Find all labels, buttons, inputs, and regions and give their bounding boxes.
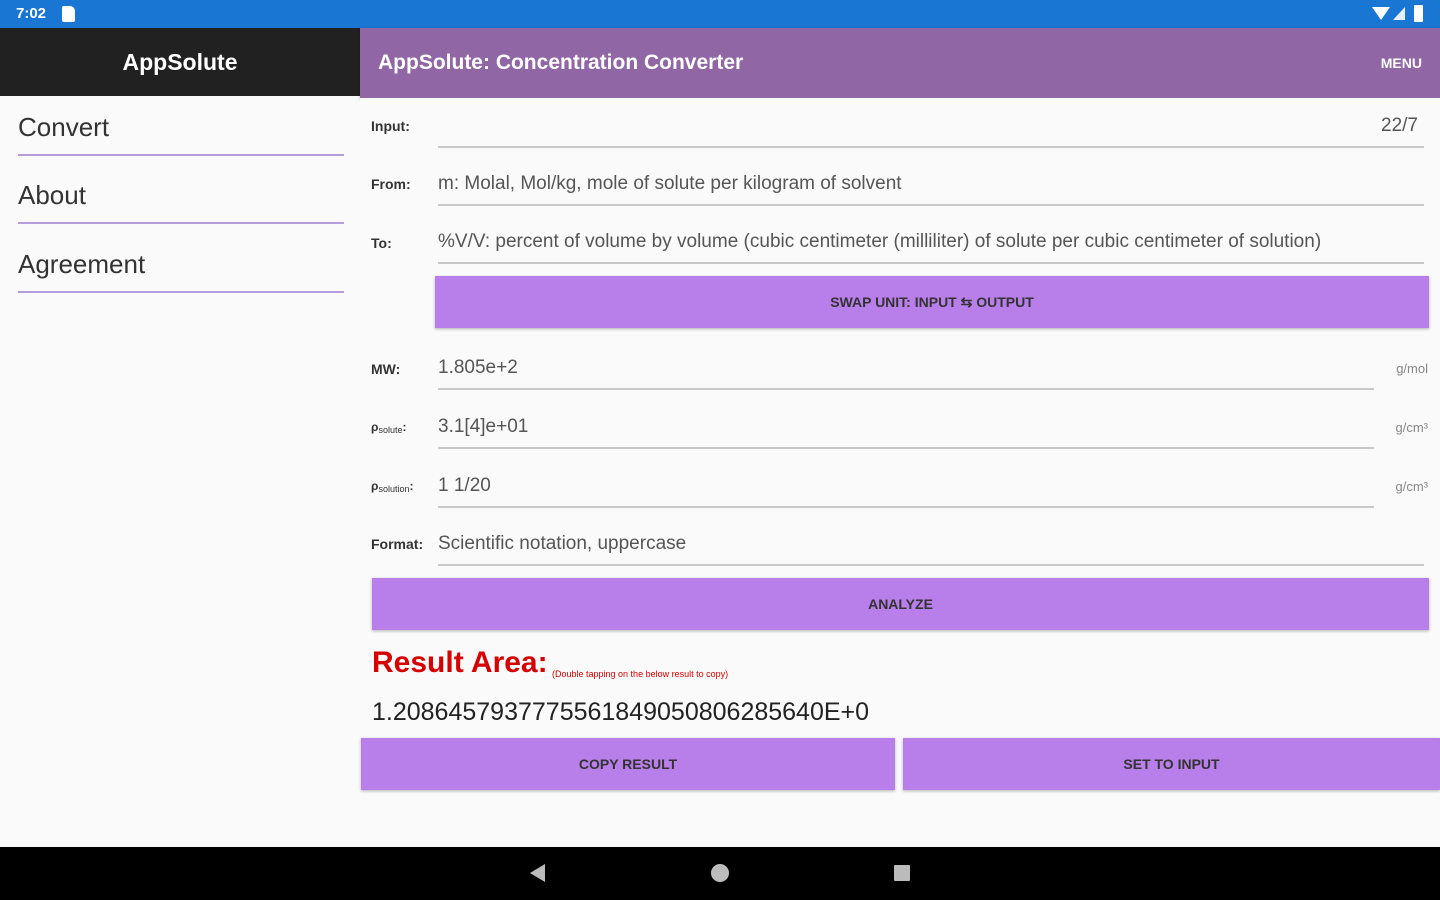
rho-solution-unit: g/cm³: [1395, 479, 1429, 494]
status-time: 7:02: [16, 5, 47, 22]
rho-solute-subscript: solute: [378, 425, 403, 435]
converter-form: Input: 22/7 From: m: Molal, Mol/kg, mole…: [360, 98, 1440, 847]
status-bar: 7:02: [0, 0, 1440, 28]
mw-field[interactable]: 1.805e+2: [438, 346, 1374, 390]
recent-apps-icon[interactable]: [894, 865, 910, 881]
from-unit-select[interactable]: m: Molal, Mol/kg, mole of solute per kil…: [438, 162, 1424, 206]
app-bar: AppSolute: Concentration Converter MENU: [360, 28, 1440, 98]
back-icon[interactable]: [530, 864, 545, 882]
drawer-item-label: Convert: [18, 112, 110, 142]
from-label: From:: [371, 176, 411, 192]
drawer-item-label: Agreement: [18, 249, 146, 279]
wifi-icon: [1372, 7, 1390, 20]
navigation-drawer: AppSolute Convert About Agreement: [0, 28, 360, 847]
menu-button[interactable]: MENU: [1381, 55, 1422, 71]
drawer-item-convert[interactable]: Convert: [18, 98, 344, 156]
mw-label: MW:: [371, 361, 401, 377]
input-field[interactable]: 22/7: [438, 104, 1424, 148]
set-to-input-button[interactable]: SET TO INPUT: [903, 738, 1440, 790]
result-hint: (Double tapping on the below result to c…: [552, 669, 729, 679]
swap-unit-button[interactable]: SWAP UNIT: INPUT ⇆ OUTPUT: [435, 276, 1429, 328]
result-value[interactable]: 1.2086457937775561849050806285640E+0: [372, 698, 869, 727]
drawer-item-about[interactable]: About: [18, 166, 344, 224]
rho-suffix: :: [409, 479, 414, 493]
analyze-button[interactable]: ANALYZE: [372, 578, 1429, 630]
signal-icon: [1393, 7, 1405, 20]
drawer-item-label: About: [18, 180, 86, 210]
rho-solute-field[interactable]: 3.1[4]e+01: [438, 405, 1374, 449]
rho-suffix: :: [402, 420, 407, 434]
result-area-title: Result Area:: [372, 646, 548, 679]
battery-icon: [1414, 5, 1423, 22]
rho-solute-label: ρsolute:: [371, 420, 407, 435]
drawer-title: AppSolute: [0, 28, 360, 96]
home-icon[interactable]: [711, 864, 729, 882]
app-bar-title: AppSolute: Concentration Converter: [378, 51, 744, 74]
mw-unit: g/mol: [1396, 361, 1428, 376]
system-nav-bar: [0, 847, 1440, 900]
rho-solute-unit: g/cm³: [1395, 420, 1429, 435]
format-select[interactable]: Scientific notation, uppercase: [438, 522, 1424, 566]
rho-solution-subscript: solution: [378, 484, 410, 494]
rho-solution-label: ρsolution:: [371, 479, 414, 494]
to-label: To:: [371, 235, 392, 251]
format-label: Format:: [371, 536, 424, 552]
copy-result-button[interactable]: COPY RESULT: [361, 738, 895, 790]
sd-card-icon: [62, 6, 75, 22]
rho-solution-field[interactable]: 1 1/20: [438, 464, 1374, 508]
to-unit-select[interactable]: %V/V: percent of volume by volume (cubic…: [438, 220, 1424, 264]
drawer-item-agreement[interactable]: Agreement: [18, 235, 344, 293]
input-label: Input:: [371, 118, 410, 134]
